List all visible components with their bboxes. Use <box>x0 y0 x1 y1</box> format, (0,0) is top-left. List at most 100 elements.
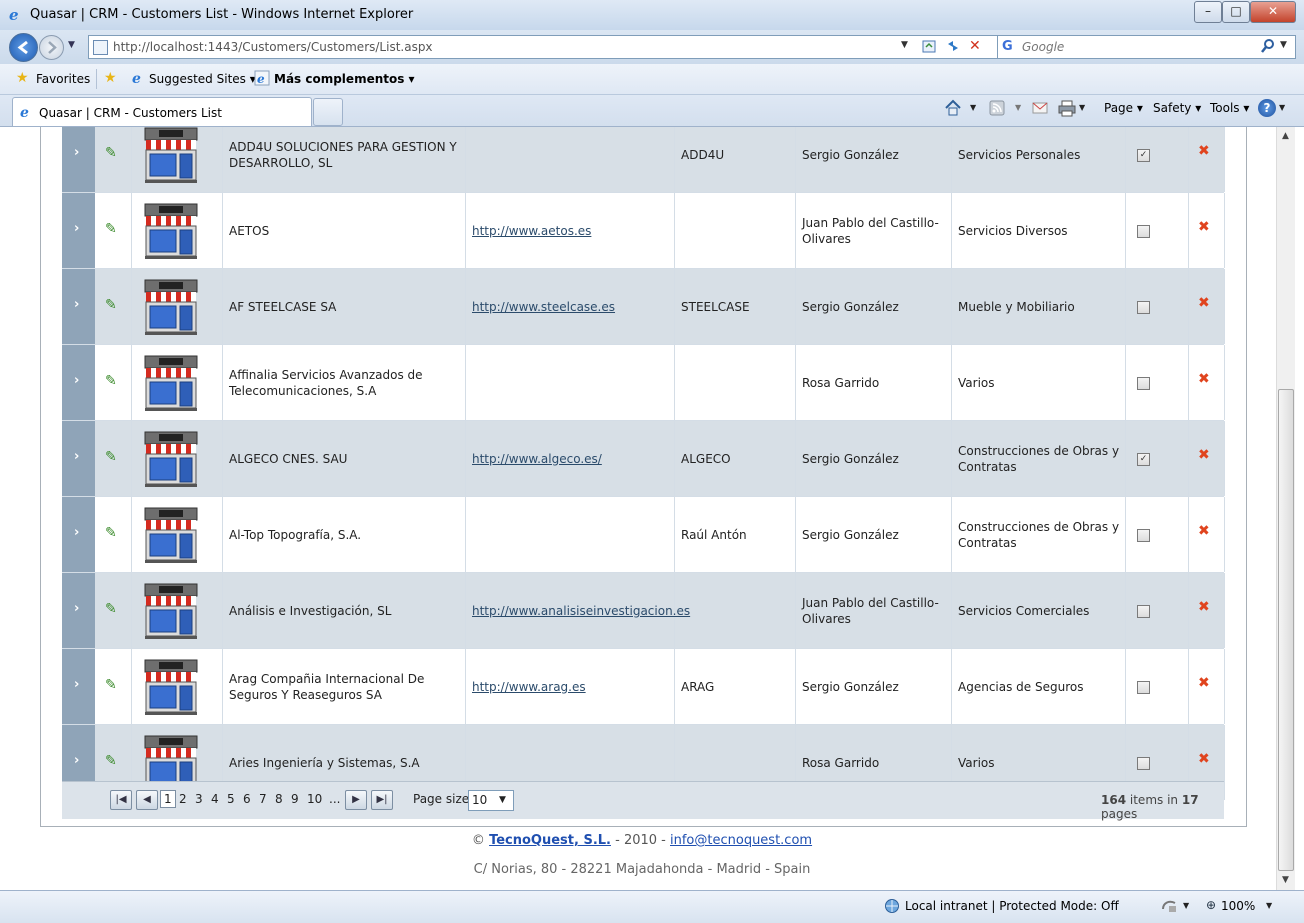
back-button[interactable] <box>9 33 38 62</box>
delete-icon[interactable]: ✖ <box>1198 523 1210 539</box>
compatibility-view-icon[interactable] <box>921 38 937 54</box>
minimize-button[interactable]: – <box>1194 1 1222 23</box>
address-field[interactable]: http://localhost:1443/Customers/Customer… <box>88 35 998 59</box>
last-page-button[interactable]: ▶| <box>371 790 393 810</box>
table-row[interactable]: › ✎ Al-Top Topografía, S.A. Raúl Antón Sergi… <box>62 497 1225 573</box>
table-row[interactable]: › ✎ AETOS http://www.aetos.es Juan Pablo del… <box>62 193 1225 269</box>
website-link[interactable]: http://www.aetos.es <box>472 223 669 239</box>
expand-row-button[interactable]: › <box>62 573 95 648</box>
active-checkbox[interactable] <box>1137 225 1150 238</box>
table-row[interactable]: › ✎ Arag Compañia Internacional De Seguros… <box>62 649 1225 725</box>
close-button[interactable]: ✕ <box>1250 1 1296 23</box>
table-row[interactable]: › ✎ Análisis e Investigación, SL http://www… <box>62 573 1225 649</box>
page-number-ellipsis[interactable]: ... <box>329 792 340 806</box>
expand-row-button[interactable]: › <box>62 127 95 192</box>
help-dropdown-icon[interactable]: ▼ <box>1279 103 1285 112</box>
website-link[interactable]: http://www.algeco.es/ <box>472 451 669 467</box>
tools-menu[interactable]: Tools ▾ <box>1210 101 1249 115</box>
home-icon[interactable] <box>944 99 962 117</box>
first-page-button[interactable]: |◀ <box>110 790 132 810</box>
page-number[interactable]: 4 <box>211 792 219 806</box>
security-zone-text[interactable]: Local intranet | Protected Mode: Off <box>905 899 1119 913</box>
zoom-dropdown-icon[interactable]: ▼ <box>1266 901 1272 910</box>
page-number[interactable]: 6 <box>243 792 251 806</box>
page-number[interactable]: 9 <box>291 792 299 806</box>
delete-icon[interactable]: ✖ <box>1198 751 1210 767</box>
feeds-dropdown-icon[interactable]: ▼ <box>1015 103 1021 112</box>
active-checkbox[interactable] <box>1137 681 1150 694</box>
table-row[interactable]: › ✎ AF STEELCASE SA http://www.steelcase.es… <box>62 269 1225 345</box>
safety-menu[interactable]: Safety ▾ <box>1153 101 1201 115</box>
delete-icon[interactable]: ✖ <box>1198 675 1210 691</box>
website-link[interactable]: http://www.steelcase.es <box>472 299 669 315</box>
expand-row-button[interactable]: › <box>62 269 95 344</box>
page-number[interactable]: 10 <box>307 792 322 806</box>
protected-mode-dropdown-icon[interactable]: ▼ <box>1183 901 1189 910</box>
print-icon[interactable] <box>1058 99 1076 117</box>
edit-pencil-icon[interactable]: ✎ <box>105 753 117 769</box>
expand-row-button[interactable]: › <box>62 421 95 496</box>
edit-pencil-icon[interactable]: ✎ <box>105 525 117 541</box>
page-size-select[interactable]: 10 ▼ <box>468 790 514 811</box>
table-row[interactable]: › ✎ ADD4U SOLUCIONES PARA GESTION Y DESARR… <box>62 127 1225 193</box>
page-menu[interactable]: Page ▾ <box>1104 101 1143 115</box>
favorites-button[interactable]: Favorites <box>36 72 90 86</box>
refresh-icon[interactable] <box>945 38 961 54</box>
address-dropdown-icon[interactable]: ▼ <box>901 40 908 50</box>
read-mail-icon[interactable] <box>1032 100 1048 116</box>
table-row[interactable]: › ✎ ALGECO CNES. SAU http://www.algeco.es/A… <box>62 421 1225 497</box>
tab-customers-list[interactable]: e Quasar | CRM - Customers List <box>12 97 312 126</box>
scroll-down-icon[interactable]: ▼ <box>1279 873 1292 887</box>
edit-pencil-icon[interactable]: ✎ <box>105 221 117 237</box>
page-number-current[interactable]: 1 <box>160 790 176 808</box>
delete-icon[interactable]: ✖ <box>1198 371 1210 387</box>
print-dropdown-icon[interactable]: ▼ <box>1079 103 1085 112</box>
delete-icon[interactable]: ✖ <box>1198 599 1210 615</box>
search-dropdown-icon[interactable]: ▼ <box>1280 40 1287 50</box>
expand-row-button[interactable]: › <box>62 649 95 724</box>
website-link[interactable]: http://www.analisiseinvestigacion.es <box>472 603 690 619</box>
edit-pencil-icon[interactable]: ✎ <box>105 677 117 693</box>
expand-row-button[interactable]: › <box>62 497 95 572</box>
more-addons-button[interactable]: Más complementos ▾ <box>274 72 415 86</box>
edit-pencil-icon[interactable]: ✎ <box>105 145 117 161</box>
expand-row-button[interactable]: › <box>62 193 95 268</box>
active-checkbox[interactable] <box>1137 605 1150 618</box>
delete-icon[interactable]: ✖ <box>1198 143 1210 159</box>
prev-page-button[interactable]: ◀ <box>136 790 158 810</box>
search-field[interactable]: G Google ▼ <box>997 35 1296 59</box>
active-checkbox[interactable] <box>1137 377 1150 390</box>
edit-pencil-icon[interactable]: ✎ <box>105 449 117 465</box>
vertical-scrollbar[interactable]: ▲ ▼ <box>1276 127 1295 890</box>
protected-mode-icon[interactable] <box>1160 897 1178 915</box>
page-number[interactable]: 3 <box>195 792 203 806</box>
stop-icon[interactable]: ✕ <box>969 38 981 54</box>
page-number[interactable]: 8 <box>275 792 283 806</box>
edit-pencil-icon[interactable]: ✎ <box>105 601 117 617</box>
maximize-button[interactable]: □ <box>1222 1 1250 23</box>
search-icon[interactable] <box>1260 37 1276 55</box>
next-page-button[interactable]: ▶ <box>345 790 367 810</box>
add-favorite-icon[interactable]: ★ <box>104 70 117 86</box>
feeds-icon[interactable] <box>989 100 1005 116</box>
suggested-sites-button[interactable]: Suggested Sites ▾ <box>149 72 256 86</box>
recent-pages-dropdown-icon[interactable]: ▼ <box>68 40 75 50</box>
active-checkbox[interactable] <box>1137 757 1150 770</box>
active-checkbox[interactable]: ✓ <box>1137 149 1150 162</box>
delete-icon[interactable]: ✖ <box>1198 447 1210 463</box>
forward-button[interactable] <box>39 35 64 60</box>
website-link[interactable]: http://www.arag.es <box>472 679 669 695</box>
expand-row-button[interactable]: › <box>62 345 95 420</box>
scroll-up-icon[interactable]: ▲ <box>1279 129 1292 143</box>
delete-icon[interactable]: ✖ <box>1198 295 1210 311</box>
edit-pencil-icon[interactable]: ✎ <box>105 373 117 389</box>
delete-icon[interactable]: ✖ <box>1198 219 1210 235</box>
home-dropdown-icon[interactable]: ▼ <box>970 103 976 112</box>
active-checkbox[interactable]: ✓ <box>1137 453 1150 466</box>
email-link[interactable]: info@tecnoquest.com <box>670 833 812 848</box>
table-row[interactable]: › ✎ Affinalia Servicios Avanzados de Telec… <box>62 345 1225 421</box>
help-icon[interactable]: ? <box>1258 99 1276 117</box>
zoom-level[interactable]: 100% <box>1221 899 1255 913</box>
edit-pencil-icon[interactable]: ✎ <box>105 297 117 313</box>
active-checkbox[interactable] <box>1137 529 1150 542</box>
